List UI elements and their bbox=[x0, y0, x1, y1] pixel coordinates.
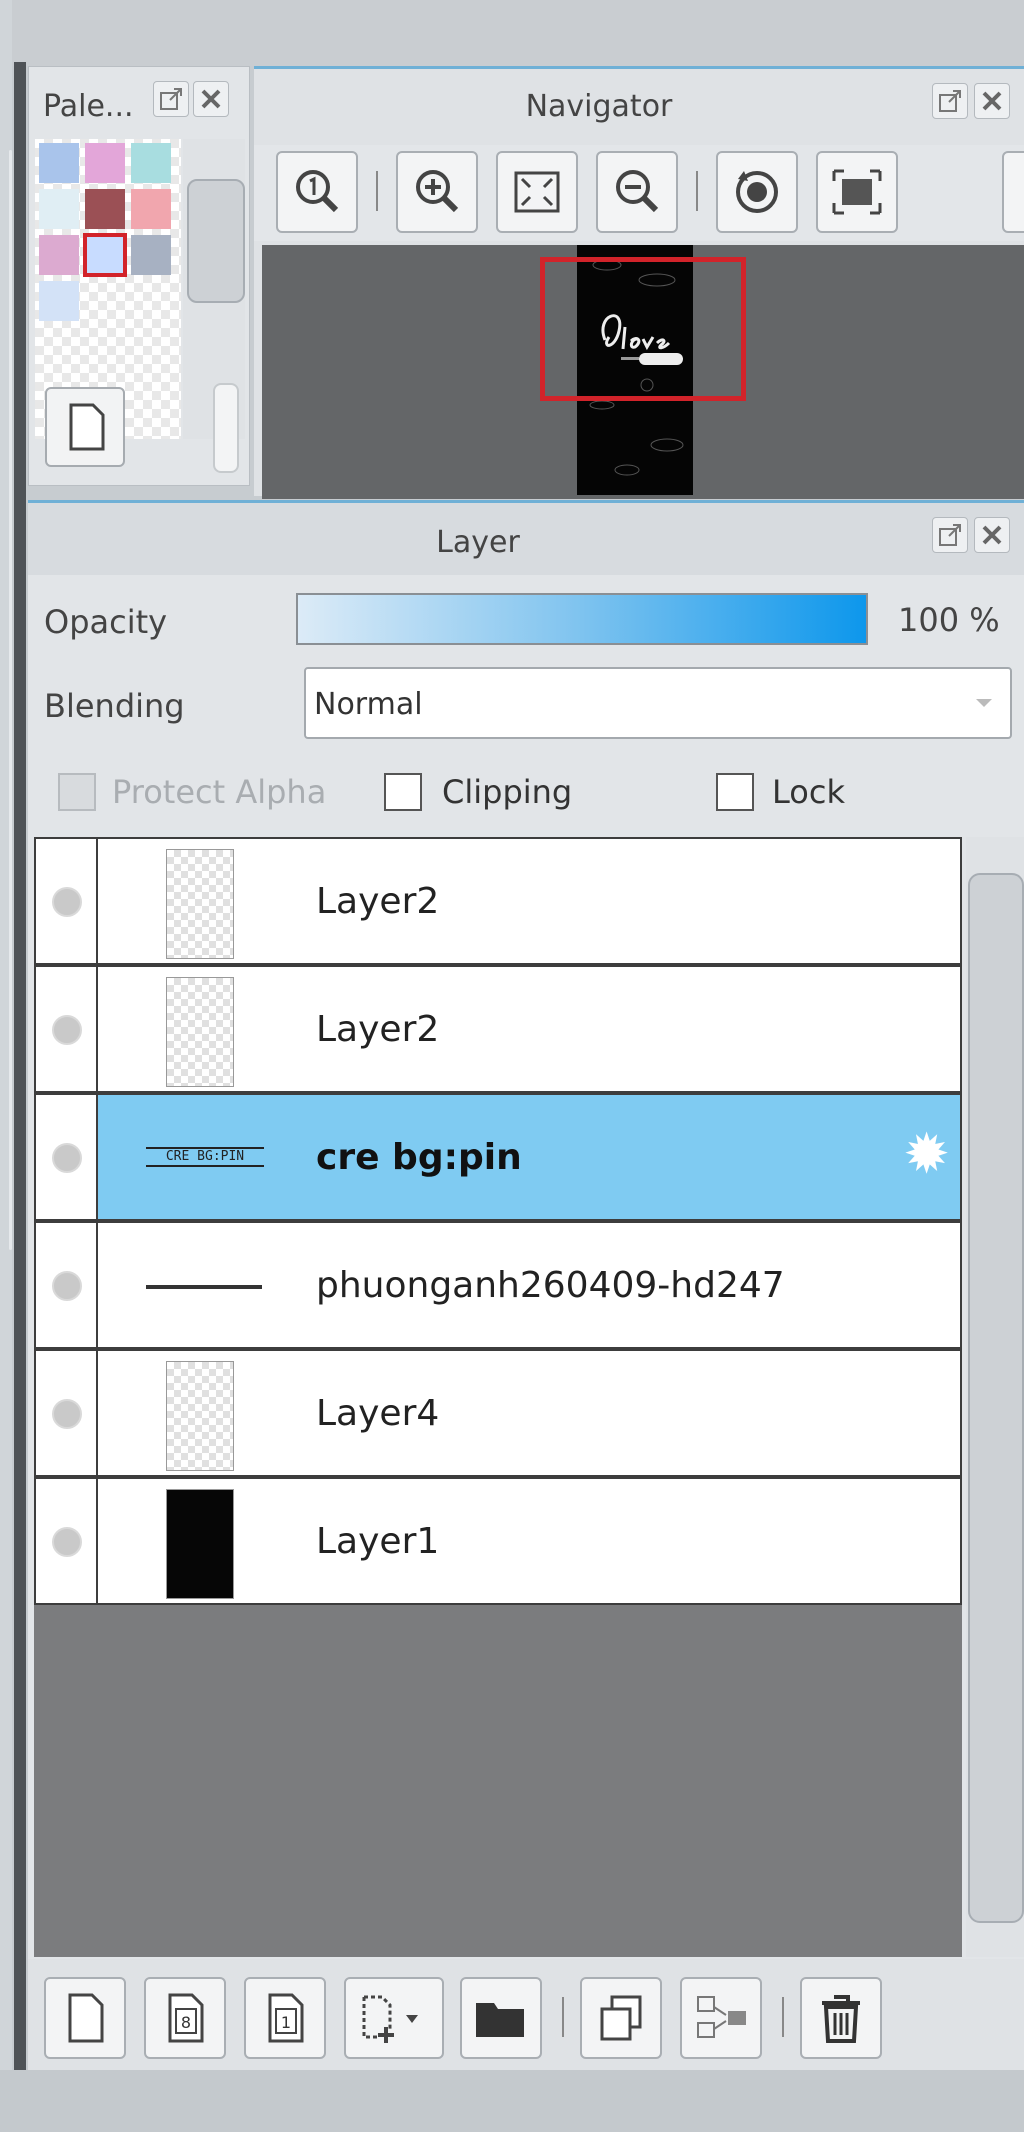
layer-visibility-toggle[interactable] bbox=[36, 1351, 98, 1475]
bottom-strip bbox=[0, 2070, 1024, 2132]
palette-swatch[interactable] bbox=[131, 143, 171, 183]
chevron-down-icon bbox=[976, 699, 992, 707]
navigator-close-icon[interactable] bbox=[974, 83, 1010, 119]
opacity-value: 100 % bbox=[898, 601, 1000, 639]
rotate-icon[interactable] bbox=[716, 151, 798, 233]
navigator-view-frame[interactable] bbox=[540, 257, 746, 401]
layer-name: Layer4 bbox=[316, 1393, 440, 1434]
blending-select[interactable]: Normal bbox=[304, 667, 1012, 739]
palette-new-color-button[interactable] bbox=[45, 387, 125, 467]
navigator-canvas-view[interactable] bbox=[262, 245, 1024, 499]
palette-swatch[interactable] bbox=[39, 143, 79, 183]
left-dock-edge bbox=[0, 0, 12, 2132]
palette-swatch[interactable] bbox=[85, 143, 125, 183]
navigator-float-icon[interactable] bbox=[932, 83, 968, 119]
palette-swatch[interactable] bbox=[39, 189, 79, 229]
opacity-label: Opacity bbox=[44, 603, 168, 641]
layer-row[interactable]: Layer4 bbox=[34, 1349, 962, 1477]
layer-name: Layer2 bbox=[316, 1009, 440, 1050]
visibility-dot-icon bbox=[52, 1143, 82, 1173]
palette-swatch[interactable] bbox=[85, 189, 125, 229]
svg-text:1: 1 bbox=[281, 2013, 291, 2032]
layer-name: Layer2 bbox=[316, 881, 440, 922]
layer-thumbnail bbox=[146, 1285, 262, 1289]
layer-visibility-toggle[interactable] bbox=[36, 1479, 98, 1603]
top-strip bbox=[0, 0, 1024, 66]
navigator-more-button[interactable] bbox=[1002, 151, 1024, 233]
protect-alpha-label: Protect Alpha bbox=[112, 773, 327, 811]
layer-visibility-toggle[interactable] bbox=[36, 1095, 98, 1219]
layer-row[interactable]: Layer2 bbox=[34, 965, 962, 1093]
new-folder-icon[interactable] bbox=[460, 1977, 542, 2059]
visibility-dot-icon bbox=[52, 1271, 82, 1301]
layer-name: phuonganh260409-hd247 bbox=[316, 1265, 785, 1306]
palette-swatch[interactable] bbox=[131, 235, 171, 275]
layer-thumbnail bbox=[166, 1361, 234, 1471]
delete-layer-icon[interactable] bbox=[800, 1977, 882, 2059]
protect-alpha-checkbox[interactable] bbox=[58, 773, 96, 811]
palette-panel: Pale... bbox=[28, 66, 250, 486]
navigator-title: Navigator bbox=[525, 89, 673, 124]
palette-bottom-scroll[interactable] bbox=[213, 383, 239, 473]
layer-visibility-toggle[interactable] bbox=[36, 839, 98, 963]
layer-float-icon[interactable] bbox=[932, 517, 968, 553]
blending-value: Normal bbox=[314, 687, 423, 722]
clipping-checkbox[interactable] bbox=[384, 773, 422, 811]
layer-row[interactable]: Layer2 bbox=[34, 837, 962, 965]
layer-thumbnail bbox=[166, 1489, 234, 1599]
layer-row[interactable]: Layer1 bbox=[34, 1477, 962, 1605]
duplicate-layer-icon[interactable] bbox=[580, 1977, 662, 2059]
layer-list: Layer2 Layer2 CRE BG:PIN cre bg:pin ✹ phuonga… bbox=[34, 837, 962, 1957]
visibility-dot-icon bbox=[52, 1399, 82, 1429]
new-8bit-layer-icon[interactable]: 8 bbox=[144, 1977, 226, 2059]
layer-row[interactable]: CRE BG:PIN cre bg:pin ✹ bbox=[34, 1093, 962, 1221]
visibility-dot-icon bbox=[52, 1015, 82, 1045]
lock-label: Lock bbox=[772, 773, 845, 811]
layer-panel: Layer Opacity 100 % Blending Normal Prot… bbox=[28, 500, 1024, 2073]
layer-thumbnail bbox=[166, 977, 234, 1087]
add-layer-menu-icon[interactable] bbox=[344, 1977, 444, 2059]
navigator-panel: Navigator bbox=[254, 66, 1024, 499]
blending-label: Blending bbox=[44, 687, 185, 725]
layer-thumbnail: CRE BG:PIN bbox=[146, 1147, 264, 1167]
layer-name: cre bg:pin bbox=[316, 1137, 522, 1178]
layer-thumbnail bbox=[166, 849, 234, 959]
merge-layer-icon[interactable] bbox=[680, 1977, 762, 2059]
palette-swatch[interactable] bbox=[39, 281, 79, 321]
palette-swatch[interactable] bbox=[39, 235, 79, 275]
layer-visibility-toggle[interactable] bbox=[36, 967, 98, 1091]
layer-panel-title: Layer bbox=[436, 525, 520, 560]
navigator-toolbar bbox=[254, 145, 1024, 241]
palette-float-icon[interactable] bbox=[153, 81, 189, 117]
visibility-dot-icon bbox=[52, 1527, 82, 1557]
dock-splitter[interactable] bbox=[14, 62, 26, 2072]
zoom-actual-icon[interactable] bbox=[276, 151, 358, 233]
new-layer-icon[interactable] bbox=[44, 1977, 126, 2059]
palette-swatch[interactable] bbox=[131, 189, 171, 229]
zoom-in-icon[interactable] bbox=[396, 151, 478, 233]
zoom-out-icon[interactable] bbox=[596, 151, 678, 233]
fit-view-icon[interactable] bbox=[496, 151, 578, 233]
palette-swatch[interactable] bbox=[83, 233, 127, 277]
visibility-dot-icon bbox=[52, 887, 82, 917]
lock-checkbox[interactable] bbox=[716, 773, 754, 811]
svg-text:8: 8 bbox=[181, 2013, 191, 2032]
fullscreen-icon[interactable] bbox=[816, 151, 898, 233]
new-1bit-layer-icon[interactable]: 1 bbox=[244, 1977, 326, 2059]
layer-close-icon[interactable] bbox=[974, 517, 1010, 553]
layer-panel-header: Layer bbox=[28, 503, 1024, 575]
layer-name: Layer1 bbox=[316, 1521, 440, 1562]
palette-title: Pale... bbox=[43, 89, 134, 124]
layer-list-scrollbar[interactable] bbox=[966, 837, 1024, 1957]
layer-visibility-toggle[interactable] bbox=[36, 1223, 98, 1347]
clipping-label: Clipping bbox=[442, 773, 573, 811]
layer-row[interactable]: phuonganh260409-hd247 bbox=[34, 1221, 962, 1349]
opacity-slider[interactable] bbox=[296, 593, 868, 645]
layer-settings-gear-icon[interactable]: ✹ bbox=[903, 1125, 950, 1185]
palette-close-icon[interactable] bbox=[193, 81, 229, 117]
layer-panel-footer: 8 1 bbox=[28, 1959, 1024, 2073]
